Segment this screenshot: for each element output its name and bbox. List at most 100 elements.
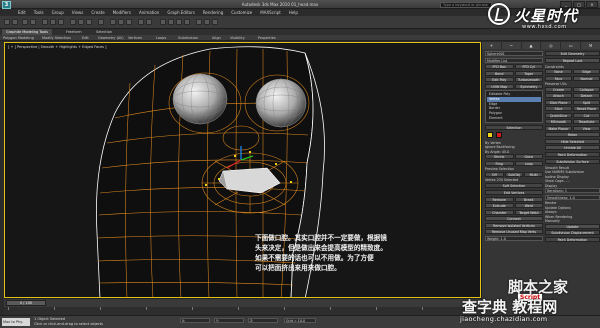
split-checkbox[interactable]: Split (573, 99, 600, 105)
break-button[interactable]: Break (514, 196, 543, 202)
subdivision-surface-rollout[interactable]: Subdivision Surface (545, 158, 600, 164)
menu-item-views[interactable]: Views (72, 9, 84, 16)
rotate-icon[interactable] (78, 19, 84, 25)
shrink-button[interactable]: Shrink (485, 154, 514, 160)
ribbon-vertices[interactable]: Vertices (128, 35, 142, 41)
coord-z-field[interactable]: Z: (248, 318, 278, 323)
turbosmooth-button[interactable]: Turbosmooth (514, 77, 543, 82)
schematic-icon[interactable] (176, 19, 182, 25)
uvw-map-button[interactable]: UVW Map (485, 83, 514, 89)
ribbon-subdivision[interactable]: Subdivision (178, 35, 198, 41)
detach-button[interactable]: Detach (573, 93, 600, 98)
slice-plane-button[interactable]: Slice Plane (545, 99, 572, 105)
menu-item-modifiers[interactable]: Modifiers (113, 9, 131, 16)
view-align-button[interactable]: View (573, 125, 600, 131)
select-by-name-icon[interactable] (50, 19, 56, 25)
scale-icon[interactable] (86, 19, 92, 25)
ribbon-properties[interactable]: Properties (258, 35, 276, 41)
smoothness-spinner[interactable]: Smoothness: 1.0 (545, 194, 600, 200)
create-tab-icon[interactable]: + (482, 42, 502, 49)
polygon-mode-icon[interactable] (496, 131, 502, 138)
unlink-icon[interactable] (30, 19, 36, 25)
ring-button[interactable]: Ring (485, 160, 514, 166)
menu-item-group[interactable]: Group (52, 9, 64, 16)
extrude-button[interactable]: Extrude (485, 203, 514, 209)
remove-button[interactable]: Remove (485, 196, 514, 202)
modify-tab-icon[interactable]: ~ (502, 42, 522, 49)
repeat-last-button[interactable]: Repeat Last (545, 58, 600, 63)
perspective-viewport[interactable]: [ + ] Perspective | Smooth + Highlights … (4, 42, 481, 298)
ffd-box-button[interactable]: FFD Box (485, 64, 514, 69)
undo-icon[interactable] (4, 19, 10, 25)
remove-unused-button[interactable]: Remove Unused Map Verts (485, 229, 543, 235)
remove-isolated-button[interactable]: Remove Isolated Vertices (485, 222, 543, 228)
modifier-list-dropdown[interactable]: Modifier List (485, 57, 543, 63)
paint-deformation-rollout[interactable]: Paint Deformation (545, 151, 600, 157)
app-logo-icon[interactable]: 3 (2, 1, 11, 9)
menu-item-help[interactable]: Help (289, 9, 298, 16)
display-tab-icon[interactable]: ▭ (561, 42, 582, 49)
select-icon[interactable] (42, 19, 48, 25)
region-select-icon[interactable] (58, 19, 64, 25)
stack-item-element[interactable]: Element (487, 116, 541, 121)
selection-rollout[interactable]: Selection (485, 124, 543, 130)
connect-button[interactable]: Connect (485, 216, 543, 222)
preview-multi-radio[interactable]: Multi (524, 171, 544, 177)
angle-snap-icon[interactable] (118, 19, 124, 25)
render-setup-icon[interactable] (196, 19, 202, 25)
target-weld-button[interactable]: Target Weld (514, 209, 543, 215)
ribbon-polygon-modeling[interactable]: Polygon Modeling (3, 35, 34, 41)
reset-plane-button[interactable]: Reset Plane (573, 106, 600, 111)
coord-y-field[interactable]: Y: (214, 318, 244, 323)
menu-item-edit[interactable]: Edit (18, 9, 26, 16)
material-editor-icon[interactable] (184, 19, 190, 25)
object-name-field[interactable]: Sphere001 (485, 51, 543, 56)
paint-deformation-rollout-2[interactable]: Paint Deformation (545, 237, 600, 242)
ribbon-edit[interactable]: Edit (82, 35, 89, 41)
grow-button[interactable]: Grow (514, 154, 543, 160)
edit-geometry-rollout[interactable]: Edit Geometry (545, 51, 600, 56)
constraint-face-radio[interactable]: Face (545, 75, 572, 81)
msmooth-button[interactable]: MSmooth (545, 119, 572, 124)
soft-selection-rollout[interactable]: Soft Selection (485, 182, 543, 188)
preview-off-radio[interactable]: Off (485, 171, 504, 177)
menu-item-create[interactable]: Create (91, 9, 104, 16)
move-icon[interactable] (70, 19, 76, 25)
percent-snap-icon[interactable] (126, 19, 132, 25)
curve-editor-icon[interactable] (168, 19, 174, 25)
unhide-all-button[interactable]: Unhide All (545, 145, 600, 150)
redo-icon[interactable] (12, 19, 18, 25)
menu-item-tools[interactable]: Tools (34, 9, 44, 16)
ribbon-geometry[interactable]: Geometry (All) (98, 35, 124, 41)
ribbon-modify-selection[interactable]: Modify Selection (42, 35, 71, 41)
align-icon[interactable] (146, 19, 152, 25)
create-button[interactable]: Create (545, 86, 572, 92)
ffd-cyl-button[interactable]: FFD Cyl (514, 64, 543, 69)
time-slider[interactable]: 0 / 100 (6, 300, 46, 306)
cut-button[interactable]: Cut (573, 112, 600, 118)
search-input[interactable]: Type a keyword or phrase (440, 1, 492, 8)
hierarchy-tab-icon[interactable]: ▲ (522, 42, 542, 49)
hide-selected-button[interactable]: Hide Selected (545, 138, 600, 144)
utilities-tab-icon[interactable]: ⚒ (581, 42, 600, 49)
motion-tab-icon[interactable]: ◎ (541, 42, 562, 49)
coord-x-field[interactable]: X: (180, 318, 210, 323)
render-icon[interactable] (212, 19, 218, 25)
ribbon-align[interactable]: Align (212, 35, 221, 41)
menu-item-maxscript[interactable]: MAXScript (260, 9, 281, 16)
update-button[interactable]: Update (545, 223, 600, 229)
link-icon[interactable] (22, 19, 28, 25)
tessellate-button[interactable]: Tessellate (573, 119, 600, 124)
weld-button[interactable]: Weld (514, 203, 543, 209)
edit-poly-button[interactable]: Edit Poly (485, 77, 514, 82)
make-planar-button[interactable]: Make Planar (545, 125, 572, 131)
edit-vertices-rollout[interactable]: Edit Vertices (485, 189, 543, 195)
viewport-label[interactable]: [ + ] Perspective | Smooth + Highlights … (8, 45, 106, 49)
menu-item-rendering[interactable]: Rendering (203, 9, 223, 16)
weight-spinner[interactable]: Weight: 1.0 (485, 235, 543, 241)
taper-button[interactable]: Taper (514, 70, 543, 76)
quickslice-button[interactable]: QuickSlice (545, 112, 572, 118)
ribbon-loops[interactable]: Loops (156, 35, 166, 41)
symmetry-button[interactable]: Symmetry (514, 83, 543, 89)
subdivision-displacement-rollout[interactable]: Subdivision Displacement (545, 230, 600, 235)
